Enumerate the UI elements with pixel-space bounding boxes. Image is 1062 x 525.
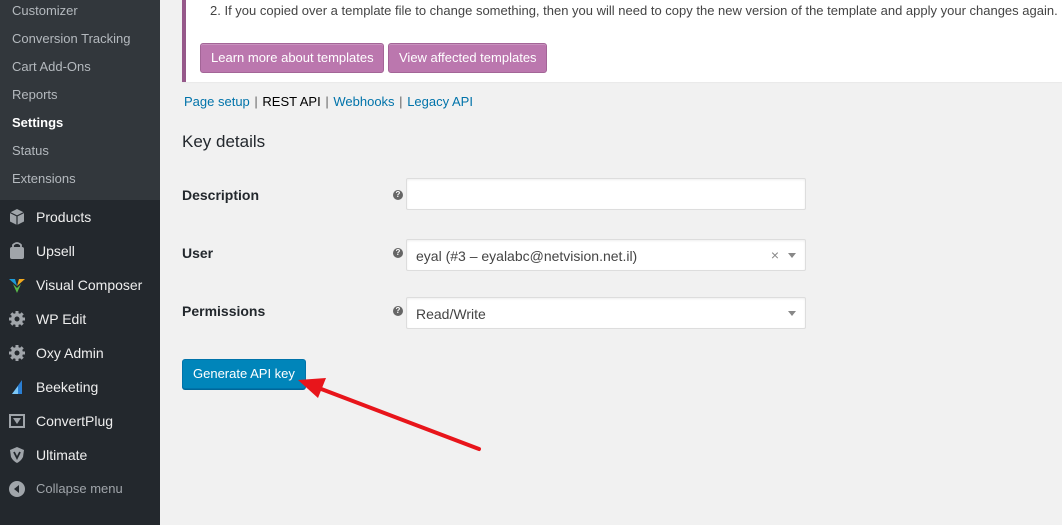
annotation-arrow [298, 378, 481, 451]
